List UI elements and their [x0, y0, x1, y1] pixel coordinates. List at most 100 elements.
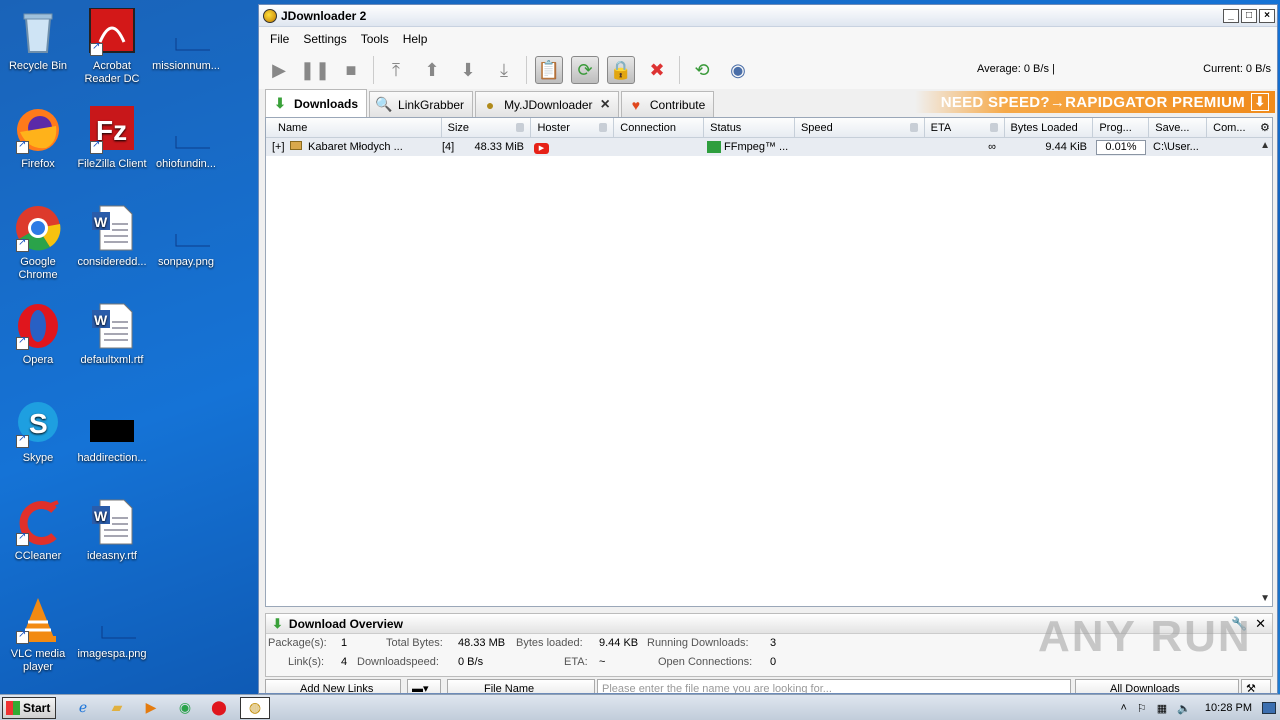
column-status[interactable]: Status — [704, 118, 795, 137]
column-save-to[interactable]: Save... — [1149, 118, 1208, 137]
update-button[interactable]: ◉ — [724, 56, 752, 84]
windows-flag-icon — [6, 700, 20, 715]
desktop-icon-consideredd[interactable]: W consideredd... — [74, 204, 150, 269]
menu-tools[interactable]: Tools — [354, 32, 396, 46]
column-name[interactable]: Name — [266, 118, 442, 137]
column-speed[interactable]: Speed — [795, 118, 925, 137]
title-bar[interactable]: JDownloader 2 _ □ × — [259, 5, 1277, 27]
tab-downloads[interactable]: ⬇ Downloads — [265, 89, 368, 117]
rapidgator-promo-banner[interactable]: NEED SPEED?→RAPIDGATOR PREMIUM ⬇ — [915, 91, 1275, 113]
volume-icon[interactable]: 🔈 — [1177, 702, 1191, 715]
toolbar-separator — [679, 56, 680, 84]
column-settings-icon[interactable]: ⚙ — [1259, 118, 1272, 137]
action-center-flag-icon[interactable]: ⚐ — [1137, 702, 1147, 715]
pause-button[interactable]: ❚❚ — [300, 56, 330, 84]
move-up-button[interactable]: ⬆ — [418, 56, 446, 84]
move-top-button[interactable]: ⤒ — [382, 56, 410, 84]
show-hidden-icons-icon[interactable]: ˄ — [1120, 702, 1126, 714]
auto-reconnect-button[interactable]: ⟳ — [571, 56, 599, 84]
maximize-button[interactable]: □ — [1241, 8, 1257, 23]
row-link-count: [4] — [442, 141, 455, 153]
desktop-icon-ohiofundin[interactable]: ohiofundin... — [148, 106, 224, 171]
clock[interactable]: 10:28 PM — [1205, 702, 1252, 714]
close-window-button[interactable]: × — [1259, 8, 1275, 23]
move-down-button[interactable]: ⬇ — [454, 56, 482, 84]
network-icon[interactable]: ▦ — [1157, 702, 1167, 715]
menu-help[interactable]: Help — [396, 32, 435, 46]
internet-explorer-icon: ℯ — [78, 699, 88, 715]
taskbar-chrome[interactable]: ◉ — [172, 697, 198, 719]
column-size-label: Size — [447, 122, 470, 134]
desktop-icon-firefox[interactable]: Firefox — [0, 106, 76, 171]
menu-file[interactable]: File — [263, 32, 296, 46]
desktop-icon-imagespa[interactable]: imagespa.png — [74, 596, 150, 661]
scroll-up-arrow-icon[interactable]: ▲ — [1260, 140, 1270, 151]
view-toggle-button[interactable]: ▬▾ — [407, 679, 441, 693]
row-hoster: ▶ — [530, 141, 703, 154]
search-input[interactable]: Please enter the file name you are looki… — [597, 679, 1071, 693]
desktop-icon-skype[interactable]: S Skype — [0, 400, 76, 465]
desktop-icon-vlc[interactable]: VLC media player — [0, 596, 76, 674]
column-eta[interactable]: ETA — [925, 118, 1005, 137]
expand-toggle[interactable]: [+] — [266, 141, 286, 153]
row-bytes-loaded: 9.44 KiB — [1045, 141, 1087, 153]
links-label: Link(s): — [288, 656, 325, 668]
desktop-icon-acrobat[interactable]: Acrobat Reader DC — [74, 7, 150, 86]
total-bytes-value: 48.33 MB — [458, 637, 506, 649]
silent-mode-button[interactable]: ✖ — [643, 56, 671, 84]
desktop-icon-defaultxml[interactable]: W defaultxml.rtf — [74, 302, 150, 367]
tab-linkgrabber[interactable]: 🔍 LinkGrabber — [369, 91, 474, 117]
taskbar-jdownloader[interactable]: ◍ — [240, 696, 270, 719]
desktop-icon-haddirection[interactable]: haddirection... — [74, 400, 150, 465]
menu-settings[interactable]: Settings — [296, 32, 353, 46]
tab-myjdownloader[interactable]: ● My.JDownloader × — [475, 91, 619, 117]
clipboard-monitor-button[interactable]: 📋 — [535, 56, 563, 84]
tab-contribute[interactable]: ♥ Contribute — [620, 91, 715, 117]
svg-text:W: W — [94, 214, 108, 230]
close-tab-icon[interactable]: × — [601, 96, 610, 114]
reconnect-now-button[interactable]: ⟲ — [688, 56, 716, 84]
desktop-icon-opera[interactable]: Opera — [0, 302, 76, 367]
show-desktop-icon[interactable] — [1262, 702, 1276, 714]
desktop-icon-recycle-bin[interactable]: Recycle Bin — [0, 8, 76, 73]
column-hoster[interactable]: Hoster — [531, 118, 615, 137]
column-connection[interactable]: Connection — [614, 118, 705, 137]
column-comment[interactable]: Com... — [1207, 118, 1259, 137]
heart-icon: ♥ — [631, 96, 641, 113]
column-progress[interactable]: Prog... — [1093, 118, 1150, 137]
taskbar-opera[interactable]: ⬤ — [206, 697, 232, 719]
desktop-icon-sonpay[interactable]: sonpay.png — [148, 204, 224, 269]
column-bytes-loaded[interactable]: Bytes Loaded — [1005, 118, 1094, 137]
all-downloads-select[interactable]: All Downloads — [1075, 679, 1239, 693]
stop-button[interactable]: ■ — [337, 56, 365, 84]
table-row[interactable]: [+] Kabaret Młodych ... [4] 48.33 MiB ▶ … — [266, 138, 1272, 156]
desktop-icon-missionnum[interactable]: missionnum... — [148, 8, 224, 73]
column-speed-label: Speed — [800, 122, 833, 134]
shortcut-arrow-icon — [16, 237, 29, 252]
scroll-down-arrow-icon[interactable]: ▼ — [1260, 593, 1270, 604]
desktop-icon-chrome[interactable]: Google Chrome — [0, 204, 76, 282]
add-new-links-button[interactable]: Add New Links — [265, 679, 401, 693]
minimize-button[interactable]: _ — [1223, 8, 1239, 23]
taskbar-ie[interactable]: ℯ — [70, 697, 96, 719]
premium-toggle-button[interactable]: 🔒 — [607, 56, 635, 84]
desktop-icon-ideasny[interactable]: W ideasny.rtf — [74, 498, 150, 563]
move-bottom-button[interactable]: ⤓ — [490, 56, 518, 84]
taskbar-explorer[interactable]: ▰ — [104, 697, 130, 719]
taskbar-media-player[interactable]: ▶ — [138, 697, 164, 719]
opera-icon: ⬤ — [211, 699, 227, 715]
eta-label: ETA: — [564, 656, 588, 668]
column-size[interactable]: Size — [442, 118, 532, 137]
start-downloads-button[interactable]: ▶ — [265, 56, 293, 84]
black-file-icon — [88, 400, 136, 448]
start-button[interactable]: Start — [2, 696, 56, 719]
desktop-icon-ccleaner[interactable]: CCleaner — [0, 498, 76, 563]
youtube-icon: ▶ — [534, 142, 549, 154]
chrome-icon: ◉ — [178, 699, 192, 715]
bottom-settings-button[interactable]: ⚒ — [1241, 679, 1271, 693]
row-status-text: FFmpeg™ ... — [724, 140, 789, 153]
row-status: FFmpeg™ ... — [703, 140, 794, 154]
desktop-icon-filezilla[interactable]: Fz FileZilla Client — [74, 106, 150, 171]
search-field-select[interactable]: File Name — [447, 679, 595, 693]
close-overview-icon[interactable]: ✕ — [1255, 616, 1266, 631]
